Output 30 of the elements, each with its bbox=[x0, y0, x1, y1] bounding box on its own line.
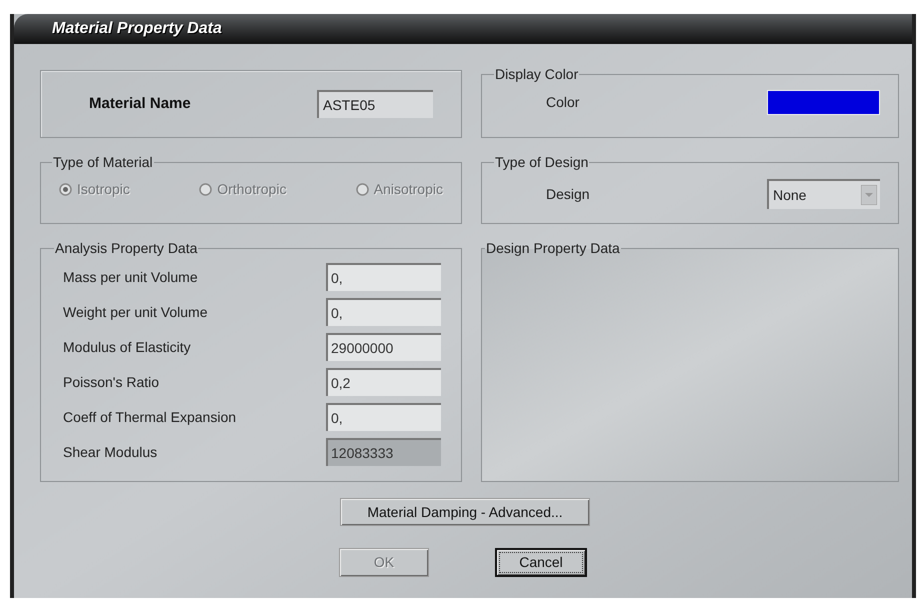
group-title: Type of Design bbox=[494, 153, 590, 172]
design-dropdown[interactable]: None bbox=[767, 179, 880, 209]
input-field[interactable]: 12083333 bbox=[326, 438, 441, 466]
field-label: Material Name bbox=[89, 94, 191, 114]
field-label: Color bbox=[546, 93, 580, 112]
cancel-button[interactable]: Cancel bbox=[495, 548, 587, 577]
damping-button[interactable]: Material Damping - Advanced... bbox=[340, 498, 590, 526]
input-field[interactable]: 0, bbox=[326, 403, 441, 431]
radio-label: Isotropic bbox=[77, 180, 130, 199]
field-label: Coeff of Thermal Expansion bbox=[63, 408, 236, 427]
input-field[interactable]: 0, bbox=[326, 263, 441, 291]
input-field[interactable]: 0,2 bbox=[326, 368, 441, 396]
window-title: Material Property Data bbox=[52, 19, 222, 39]
radio-label: Orthotropic bbox=[217, 180, 286, 199]
radio-label: Anisotropic bbox=[374, 180, 443, 199]
material-name-field[interactable]: ASTE05 bbox=[317, 90, 433, 118]
field-label: Modulus of Elasticity bbox=[63, 338, 191, 357]
dropdown-arrow-icon[interactable] bbox=[861, 185, 877, 205]
group-title: Type of Material bbox=[52, 153, 154, 172]
input-field[interactable]: 29000000 bbox=[326, 333, 441, 361]
color-swatch[interactable] bbox=[767, 90, 880, 115]
group-title: Display Color bbox=[494, 65, 580, 84]
field-label: Poisson's Ratio bbox=[63, 372, 160, 392]
group-title: Design Property Data bbox=[485, 239, 621, 258]
input-field[interactable]: 0, bbox=[326, 298, 441, 326]
field-label: Mass per unit Volume bbox=[63, 268, 198, 287]
field-label: Design bbox=[546, 184, 590, 204]
field-label: Weight per unit Volume bbox=[63, 302, 208, 322]
field-label: Shear Modulus bbox=[63, 442, 158, 462]
group-title: Analysis Property Data bbox=[54, 239, 198, 258]
